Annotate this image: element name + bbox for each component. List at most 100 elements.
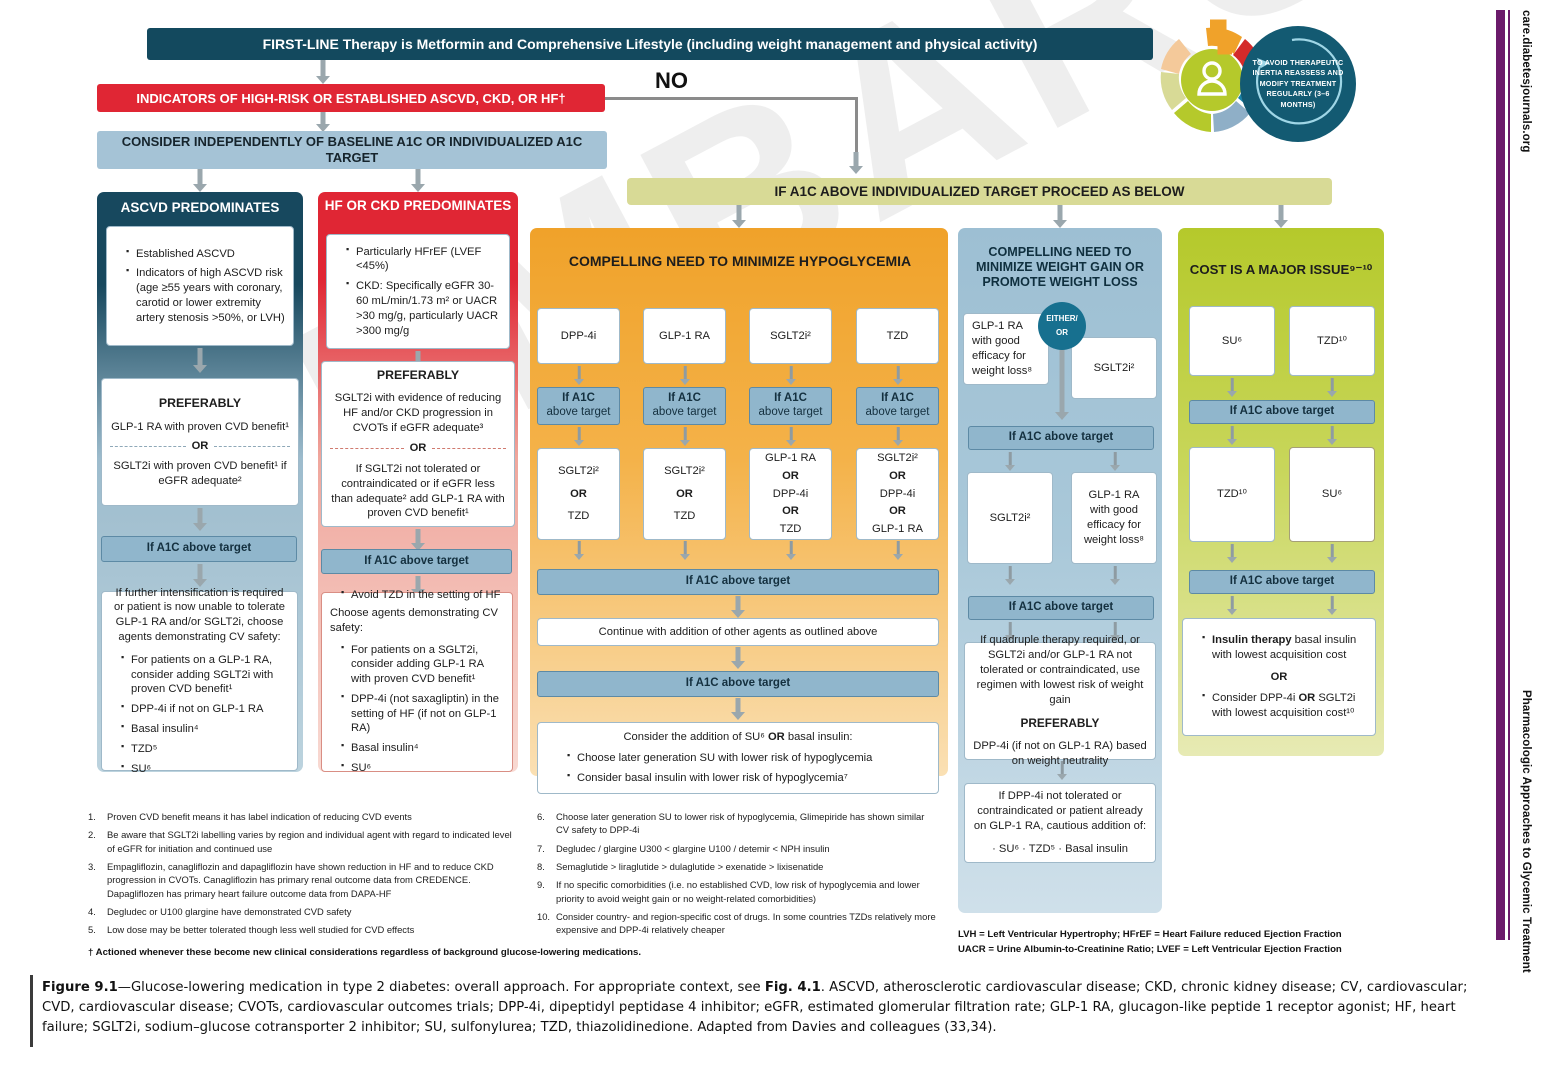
arrow-no-to-a1c-banner bbox=[846, 152, 866, 174]
ascvd-option-a: GLP-1 RA with proven CVD benefit¹ bbox=[111, 420, 289, 433]
ascvd-criteria-list: Established ASCVD Indicators of high ASC… bbox=[115, 246, 285, 326]
list-item: SU⁶ bbox=[341, 760, 504, 776]
arrow-hypo-c1 bbox=[569, 541, 589, 561]
hfckd-option-b: If SGLT2i not tolerated or contraindicat… bbox=[331, 463, 505, 520]
footnote-text: Consider country- and region-specific co… bbox=[556, 911, 936, 936]
hypo-continue-box: Continue with addition of other agents a… bbox=[537, 618, 939, 646]
preferably-label: PREFERABLY bbox=[376, 367, 460, 382]
hfckd-criteria-box: Particularly HFrEF (LVEF <45%) CKD: Spec… bbox=[326, 234, 510, 349]
gate-bold: If A1C bbox=[881, 392, 914, 405]
arrow-cost-1b bbox=[1322, 378, 1342, 398]
option-text: DPP-4i bbox=[772, 487, 809, 500]
ascvd-intensify-box: If further intensification is required o… bbox=[101, 587, 298, 775]
ascvd-intensify-list: For patients on a GLP-1 RA, consider add… bbox=[110, 652, 289, 776]
list-item: TZD⁵ bbox=[121, 741, 289, 757]
therapeutic-inertia-logo: TO AVOID THERAPEUTIC INERTIA REASSESS AN… bbox=[1152, 18, 1392, 143]
weight-last-options: · SU⁶ · TZD⁵ · Basal insulin bbox=[992, 843, 1128, 856]
cost-final-box: Insulin therapy basal insulin with lowes… bbox=[1182, 618, 1376, 736]
option-text: TZD bbox=[673, 510, 696, 523]
footnote-item: 2. Be aware that SGLT2i labelling varies … bbox=[88, 828, 518, 855]
caption-rule bbox=[30, 975, 33, 1047]
cost-second-right: SU⁶ bbox=[1289, 447, 1375, 542]
arrow-consider-to-hfckd bbox=[408, 169, 428, 192]
arrow-hypo-a1 bbox=[569, 366, 589, 386]
arrow-hypo-a2 bbox=[675, 366, 695, 386]
arrow-weight-3b bbox=[1105, 566, 1125, 586]
option-text: SGLT2i² bbox=[664, 464, 705, 477]
arrow-indicators-to-consider bbox=[313, 112, 333, 132]
footnote-text: Degludec or U100 glargine have demonstra… bbox=[107, 906, 352, 918]
weight-last-box: If DPP-4i not tolerated or contraindicat… bbox=[964, 783, 1156, 863]
footnote-number: 3. bbox=[88, 861, 96, 873]
ascvd-option-b: SGLT2i with proven CVD benefit¹ if eGFR … bbox=[113, 460, 287, 487]
option-text: TZD bbox=[567, 510, 590, 523]
footnote-text: Proven CVD benefit means it has label in… bbox=[107, 811, 412, 822]
hypo-agent-3: SGLT2i² bbox=[749, 308, 832, 364]
arrow-banner-to-hypo bbox=[729, 205, 749, 228]
ascvd-intensify-intro: If further intensification is required o… bbox=[113, 586, 286, 644]
arrow-cost-2b bbox=[1322, 426, 1342, 446]
cost-a1c-gate-1: If A1C above target bbox=[1189, 400, 1375, 424]
footnote-number: 9. bbox=[537, 879, 545, 891]
list-item: DPP-4i if not on GLP-1 RA bbox=[121, 701, 289, 717]
arrow-hypo-c4 bbox=[888, 541, 908, 561]
gate-rest: above target bbox=[546, 406, 611, 418]
arrow-hypo-c3 bbox=[781, 541, 801, 561]
dagger-note: † Actioned whenever these become new cli… bbox=[88, 947, 642, 958]
or-inline: OR bbox=[767, 731, 785, 744]
hypo-consider-box: Consider the addition of SU⁶ OR basal in… bbox=[537, 722, 939, 794]
arrow-consider-to-ascvd bbox=[190, 169, 210, 192]
list-item: DPP-4i (not saxagliptin) in the setting … bbox=[341, 691, 504, 736]
weight-option-left: GLP-1 RA with good efficacy for weight l… bbox=[963, 313, 1049, 385]
weight-title: COMPELLING NEED TO MINIMIZE WEIGHT GAIN … bbox=[976, 245, 1144, 290]
preferably-label: PREFERABLY bbox=[1020, 716, 1100, 731]
abbreviations: LVH = Left Ventricular Hypertrophy; HFrE… bbox=[958, 927, 1398, 958]
or-label: OR bbox=[782, 505, 799, 518]
hypo-consider-list: Choose later generation SU with lower ri… bbox=[546, 750, 930, 786]
abbrev-line: UACR = Urine Albumin-to-Creatinine Ratio… bbox=[958, 944, 1342, 956]
rail-bar bbox=[1496, 10, 1505, 940]
arrow-cost-1a bbox=[1222, 378, 1242, 398]
weight-a1c-gate-1: If A1C above target bbox=[968, 426, 1154, 450]
gate-bold: If A1C bbox=[668, 392, 701, 405]
footnote-item: 7. Degludec / glargine U300 < glargine U1… bbox=[537, 842, 937, 855]
no-branch-label: NO bbox=[655, 68, 688, 93]
footnote-text: If no specific comorbidities (i.e. no es… bbox=[556, 879, 920, 904]
footnote-list-left: 1. Proven CVD benefit means it has label … bbox=[88, 810, 518, 937]
arrow-banner-to-cost bbox=[1271, 205, 1291, 228]
list-item: Choose later generation SU with lower ri… bbox=[567, 750, 930, 766]
arrow-ascvd-2 bbox=[190, 508, 210, 532]
hypo-a1c-gate-2: If A1C above target bbox=[537, 671, 939, 697]
hypo-gate-1: If A1C above target bbox=[537, 387, 620, 425]
figure-caption: Figure 9.1—Glucose-lowering medication i… bbox=[42, 978, 1477, 1037]
arrow-hfckd-2 bbox=[408, 529, 428, 551]
hypo-second-2: SGLT2i² OR TZD bbox=[643, 448, 726, 540]
weight-quadruple-box: If quadruple therapy required, or SGLT2i… bbox=[964, 634, 1156, 767]
footnote-item: 1. Proven CVD benefit means it has label … bbox=[88, 810, 518, 823]
footnotes-right: 6. Choose later generation SU to lower ri… bbox=[537, 810, 937, 942]
arrow-hypo-b2 bbox=[675, 427, 695, 447]
ascvd-title: ASCVD PREDOMINATES bbox=[120, 200, 280, 215]
consider-baseline-banner: CONSIDER INDEPENDENTLY OF BASELINE A1C O… bbox=[97, 131, 607, 169]
hypo-agent-1: DPP-4i bbox=[537, 308, 620, 364]
gate-rest: above target bbox=[652, 406, 717, 418]
weight-quadruple-text: If quadruple therapy required, or SGLT2i… bbox=[976, 634, 1144, 706]
footnote-item: 5. Low dose may be better tolerated thoug… bbox=[88, 923, 518, 936]
arrow-hypo-e bbox=[728, 647, 748, 669]
consider-pre: Consider DPP-4i bbox=[1212, 692, 1299, 705]
hfckd-choose-list: For patients on a SGLT2i, consider addin… bbox=[330, 642, 504, 776]
footnote-number: 4. bbox=[88, 906, 96, 918]
hfckd-choose-box: Avoid TZD in the setting of HF Choose ag… bbox=[321, 587, 513, 774]
arrow-hypo-b3 bbox=[781, 427, 801, 447]
footnote-number: 8. bbox=[537, 861, 545, 873]
hypo-title: COMPELLING NEED TO MINIMIZE HYPOGLYCEMIA bbox=[568, 253, 912, 269]
footnote-number: 2. bbox=[88, 829, 96, 841]
list-item: For patients on a SGLT2i, consider addin… bbox=[341, 642, 504, 687]
footnote-number: 6. bbox=[537, 811, 545, 822]
arrow-ascvd-1 bbox=[190, 348, 210, 374]
option-text: SGLT2i² bbox=[558, 464, 599, 477]
no-branch-line-v bbox=[855, 97, 858, 159]
or-label: OR bbox=[889, 469, 906, 482]
footnote-item: 8. Semaglutide > liraglutide > dulaglutid… bbox=[537, 860, 937, 873]
rail-bar-thin bbox=[1508, 10, 1510, 940]
